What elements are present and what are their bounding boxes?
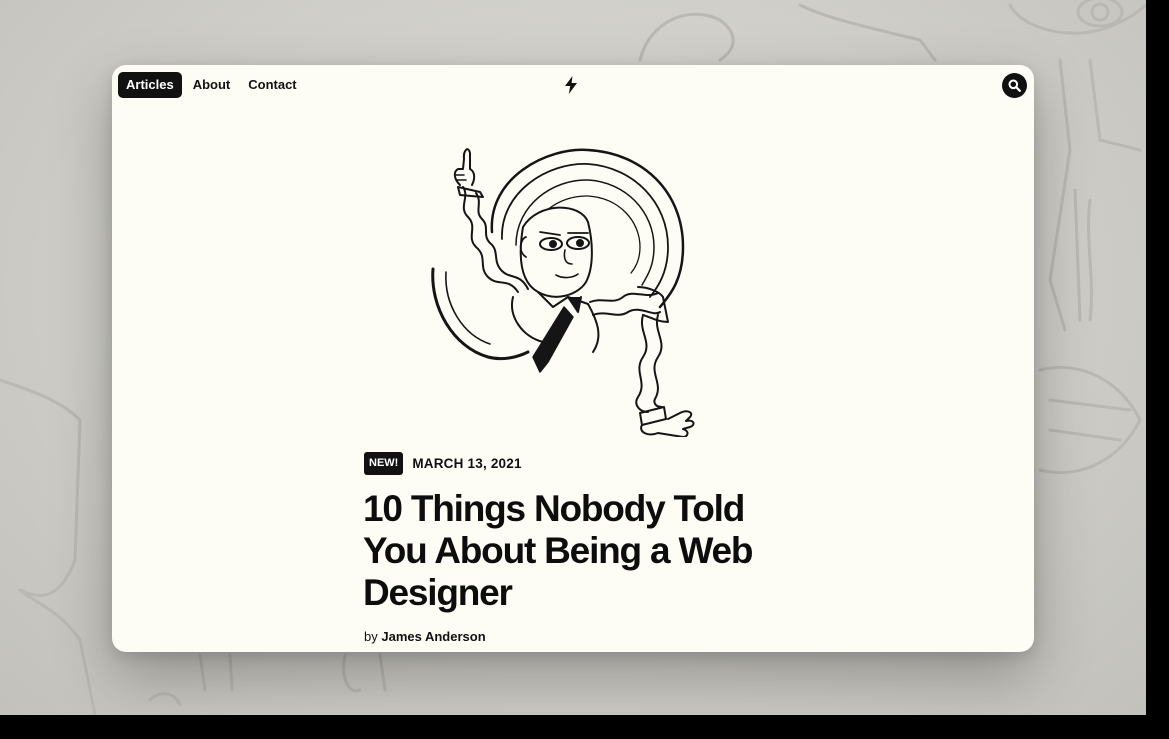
nav-contact[interactable]: Contact [241, 72, 303, 98]
publish-date: MARCH 13, 2021 [412, 456, 522, 471]
search-button[interactable] [1002, 73, 1027, 98]
nav-articles[interactable]: Articles [118, 72, 182, 98]
byline: by James Anderson [364, 629, 486, 644]
article-meta: NEW! MARCH 13, 2021 [364, 452, 522, 475]
browser-window: Articles About Contact NEW! MARCH 13, 20… [112, 65, 1034, 652]
lightning-bolt-icon[interactable] [564, 76, 578, 94]
byline-prefix: by [364, 629, 378, 644]
main-nav: Articles About Contact [118, 72, 304, 98]
nav-about[interactable]: About [186, 72, 238, 98]
article-title[interactable]: 10 Things Nobody Told You About Being a … [363, 488, 803, 614]
author-link[interactable]: James Anderson [381, 629, 485, 644]
hero-illustration [428, 147, 722, 438]
search-icon [1008, 79, 1021, 92]
new-badge: NEW! [364, 452, 404, 475]
